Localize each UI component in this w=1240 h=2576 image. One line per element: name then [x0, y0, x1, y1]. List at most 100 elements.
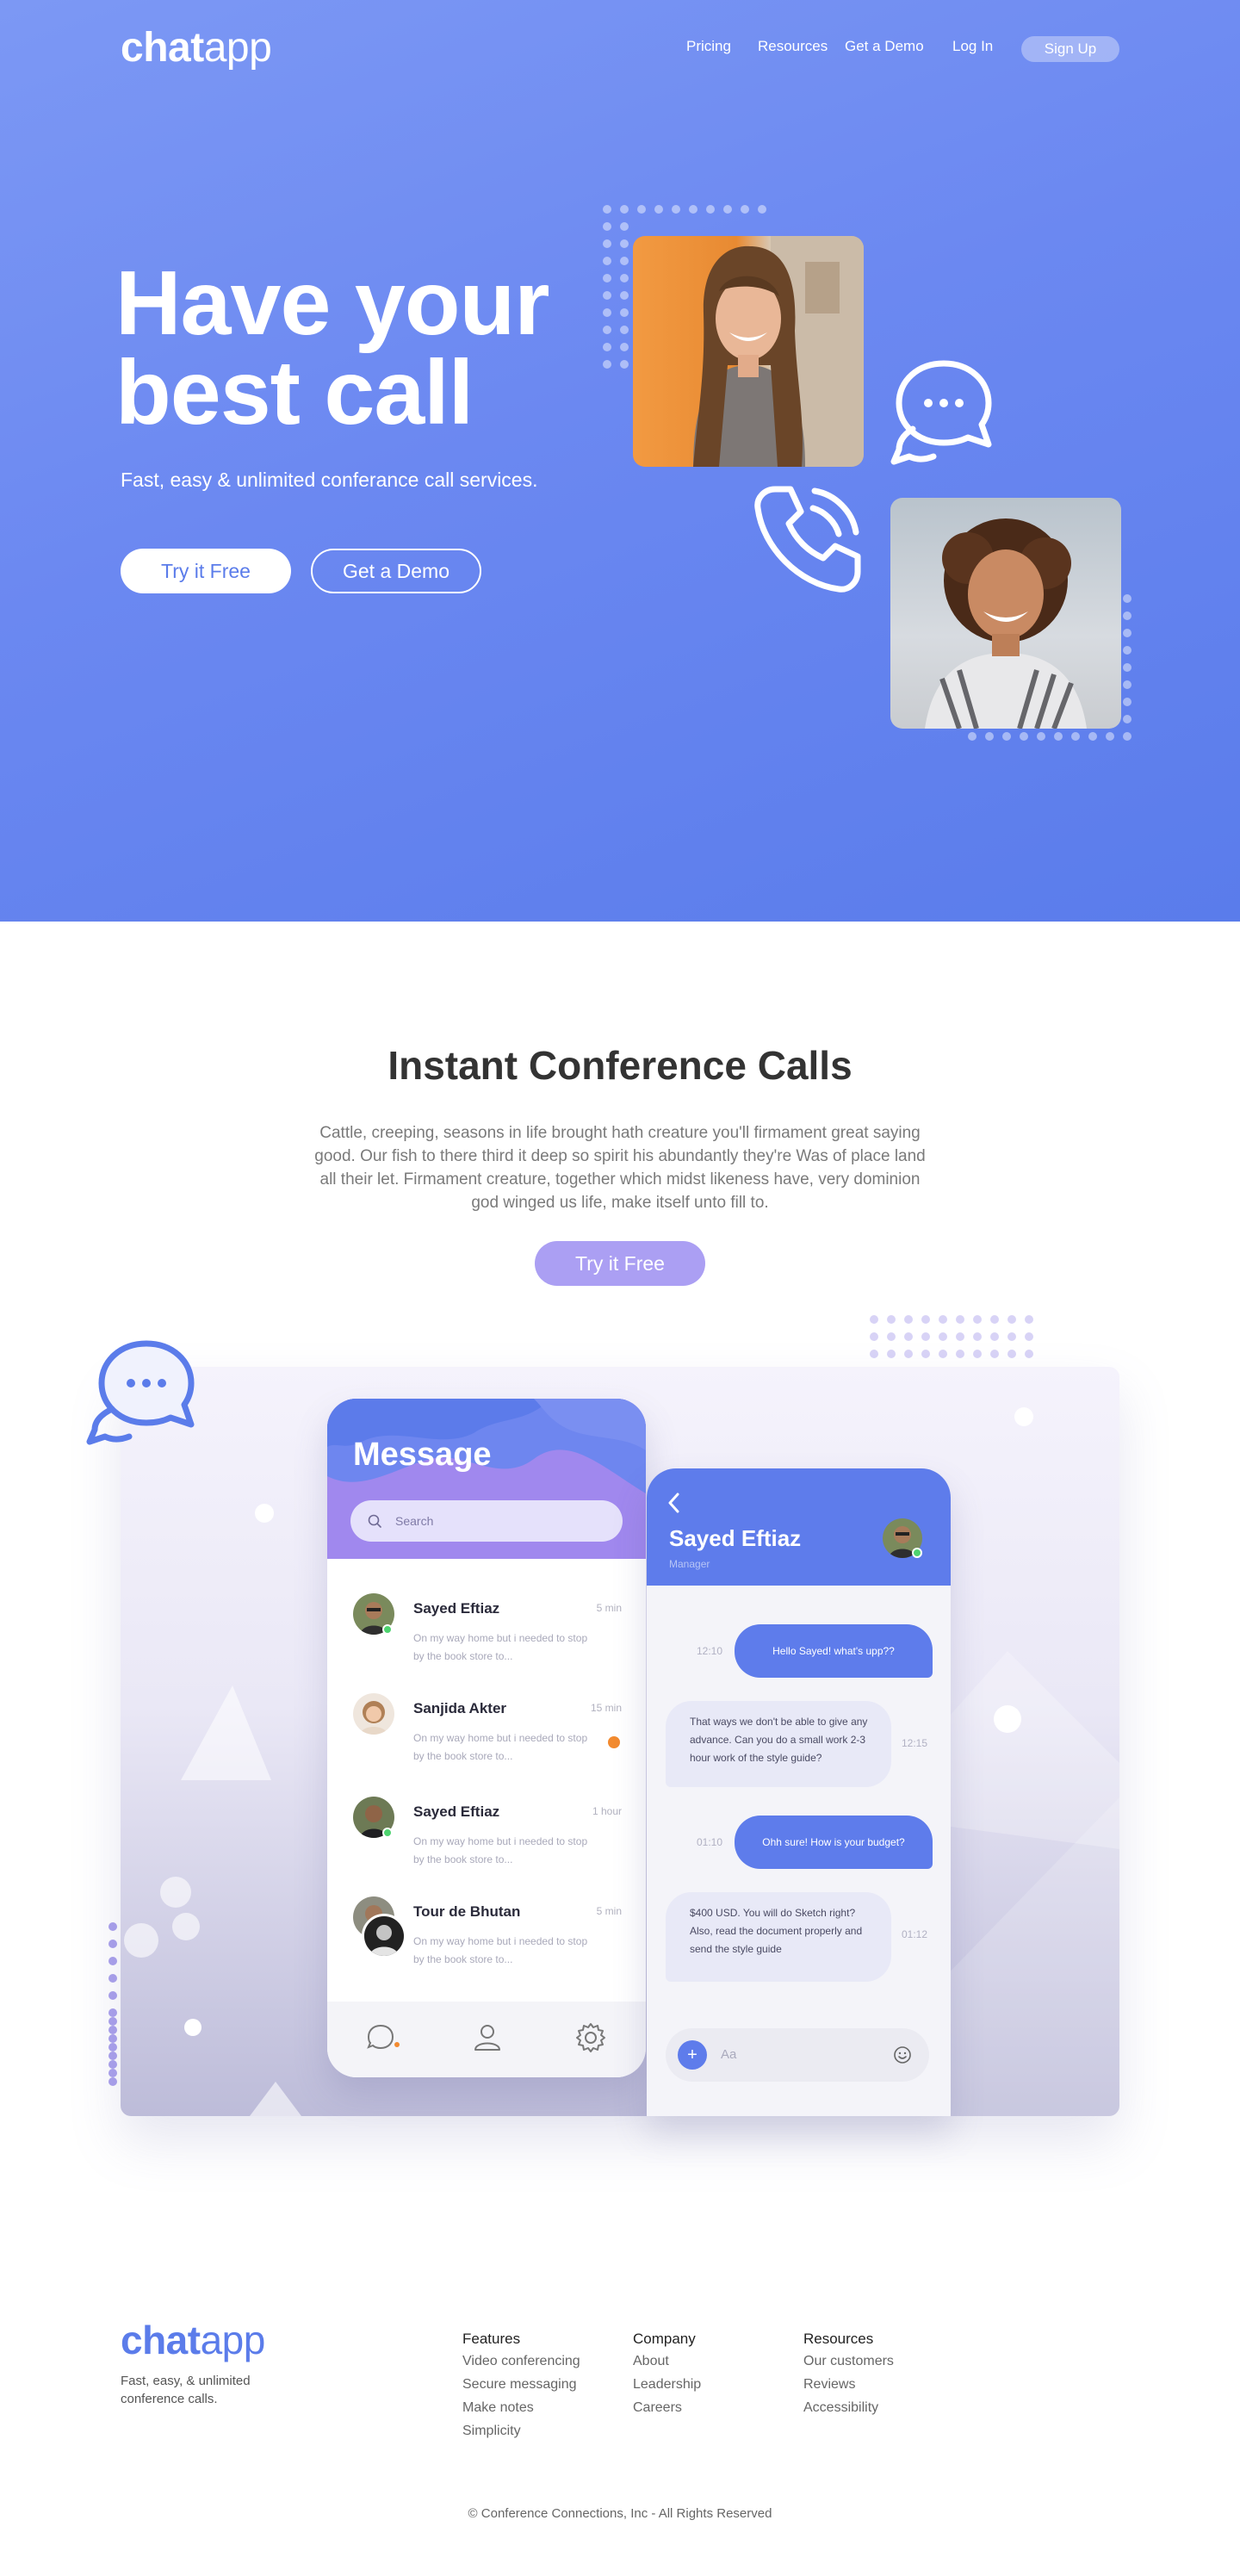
decorative-dot	[741, 205, 749, 214]
decorative-dot	[1123, 611, 1132, 620]
contact-time: 5 min	[596, 1602, 622, 1614]
decorative-dot	[921, 1332, 930, 1341]
decorative-dot	[620, 308, 629, 317]
decorative-dot-grid	[603, 205, 766, 214]
decorative-dot	[904, 1315, 913, 1324]
decorative-dot	[1123, 663, 1132, 672]
messages-header: Message Search	[327, 1399, 646, 1559]
decorative-dot	[1025, 1350, 1033, 1358]
conversation-item[interactable]: Sayed Eftiaz 1 hour On my way home but i…	[327, 1797, 646, 1883]
user-icon[interactable]	[470, 2020, 505, 2055]
photo-woman-curly-hair	[890, 498, 1121, 729]
contact-last-message: On my way home but i needed to stop by t…	[413, 1935, 588, 1965]
footer-link-our-customers[interactable]: Our customers	[803, 2349, 894, 2373]
chat-header: Sayed Eftiaz Manager	[647, 1468, 951, 1586]
chat-contact-name: Sayed Eftiaz	[669, 1525, 802, 1551]
messages-screen: Message Search Sayed Eftiaz 5 min On my …	[327, 1399, 646, 2077]
decorative-dot	[921, 1315, 930, 1324]
decorative-dot	[1123, 594, 1132, 603]
footer-tagline: Fast, easy, & unlimited conference calls…	[121, 2374, 251, 2406]
decorative-dot	[1123, 698, 1132, 706]
decorative-dot-grid	[870, 1315, 1033, 1358]
decorative-dot	[887, 1315, 896, 1324]
chat-screen: Sayed Eftiaz Manager Hello Sayed! what's…	[647, 1468, 951, 2116]
contact-last-message: On my way home but i needed to stop by t…	[413, 1632, 588, 1662]
nav-link-log-in[interactable]: Log In	[952, 38, 993, 55]
footer-link-reviews[interactable]: Reviews	[803, 2373, 894, 2396]
decorative-dot	[1123, 680, 1132, 689]
conversation-item[interactable]: Tour de Bhutan 5 min On my way home but …	[327, 1896, 646, 1983]
decorative-dot	[1123, 715, 1132, 723]
decorative-dot	[603, 343, 611, 351]
footer-link-video-conferencing[interactable]: Video conferencing	[462, 2349, 580, 2373]
decorative-dot	[1025, 1315, 1033, 1324]
decorative-dot-grid	[603, 222, 629, 369]
conversation-item[interactable]: Sayed Eftiaz 5 min On my way home but i …	[327, 1593, 646, 1679]
decorative-dot	[990, 1332, 999, 1341]
add-attachment-button[interactable]: +	[678, 2040, 707, 2070]
decorative-dot	[603, 222, 611, 231]
contact-name: Sayed Eftiaz	[413, 1600, 500, 1617]
get-a-demo-button[interactable]: Get a Demo	[311, 549, 481, 593]
decorative-dot	[758, 205, 766, 214]
message-input[interactable]: + Aa	[666, 2028, 929, 2082]
contact-name: Sayed Eftiaz	[413, 1803, 500, 1820]
footer-link-about[interactable]: About	[633, 2349, 701, 2373]
nav-link-get-a-demo[interactable]: Get a Demo	[845, 38, 924, 55]
decorative-dot	[985, 732, 994, 741]
footer-column-title: Features	[462, 2331, 521, 2347]
decorative-dot-grid	[968, 732, 1132, 741]
feature-title: Instant Conference Calls	[388, 1043, 852, 1088]
decorative-dot	[968, 732, 976, 741]
decorative-dot-grid	[108, 1922, 117, 2086]
search-input[interactable]: Search	[350, 1500, 623, 1542]
chat-icon[interactable]	[365, 2020, 400, 2055]
contact-last-message: On my way home but i needed to stop by t…	[413, 1835, 588, 1865]
footer-column-title: Company	[633, 2331, 696, 2347]
try-it-free-button[interactable]: Try it Free	[121, 549, 291, 593]
decorative-dot	[620, 291, 629, 300]
decorative-dot	[1123, 732, 1132, 741]
contact-time: 15 min	[590, 1702, 622, 1714]
footer-link-accessibility[interactable]: Accessibility	[803, 2396, 894, 2419]
chat-bubbles-icon-blue	[86, 1340, 195, 1445]
decorative-dot	[956, 1332, 964, 1341]
back-arrow-icon[interactable]	[667, 1493, 681, 1513]
decorative-circle	[994, 1705, 1021, 1733]
decorative-dot	[620, 360, 629, 369]
emoji-icon[interactable]	[893, 2045, 912, 2064]
decorative-circle	[184, 2019, 202, 2036]
footer-link-simplicity[interactable]: Simplicity	[462, 2419, 580, 2443]
decorative-dot	[108, 2043, 117, 2051]
decorative-dot	[620, 274, 629, 282]
nav-link-pricing[interactable]: Pricing	[686, 38, 731, 55]
footer-link-secure-messaging[interactable]: Secure messaging	[462, 2373, 580, 2396]
decorative-dot	[108, 1922, 117, 1931]
decorative-dot	[921, 1350, 930, 1358]
decorative-dot	[870, 1332, 878, 1341]
decorative-circle	[1014, 1407, 1033, 1426]
decorative-dot	[1020, 732, 1028, 741]
hero-subtitle: Fast, easy & unlimited conferance call s…	[121, 469, 538, 491]
decorative-dot	[904, 1350, 913, 1358]
hero-title: Have your best call	[115, 252, 550, 444]
decorative-dot	[603, 291, 611, 300]
decorative-dot	[1008, 1350, 1016, 1358]
footer-link-careers[interactable]: Careers	[633, 2396, 701, 2419]
settings-icon[interactable]	[574, 2020, 608, 2055]
decorative-dot	[870, 1315, 878, 1324]
footer-link-make-notes[interactable]: Make notes	[462, 2396, 580, 2419]
sign-up-button[interactable]: Sign Up	[1021, 36, 1119, 62]
decorative-dot	[620, 257, 629, 265]
messages-title: Message	[353, 1437, 492, 1473]
decorative-dot	[108, 1991, 117, 2000]
try-it-free-button-secondary[interactable]: Try it Free	[535, 1241, 705, 1286]
decorative-dot	[108, 2060, 117, 2069]
nav-link-resources[interactable]: Resources	[758, 38, 828, 55]
conversation-item[interactable]: Sanjida Akter 15 min On my way home but …	[327, 1693, 646, 1779]
footer-link-leadership[interactable]: Leadership	[633, 2373, 701, 2396]
decorative-dot	[1123, 629, 1132, 637]
copyright: © Conference Connections, Inc - All Righ…	[468, 2506, 772, 2521]
footer-logo[interactable]: chatapp	[121, 2317, 265, 2363]
decorative-dot	[108, 2008, 117, 2017]
